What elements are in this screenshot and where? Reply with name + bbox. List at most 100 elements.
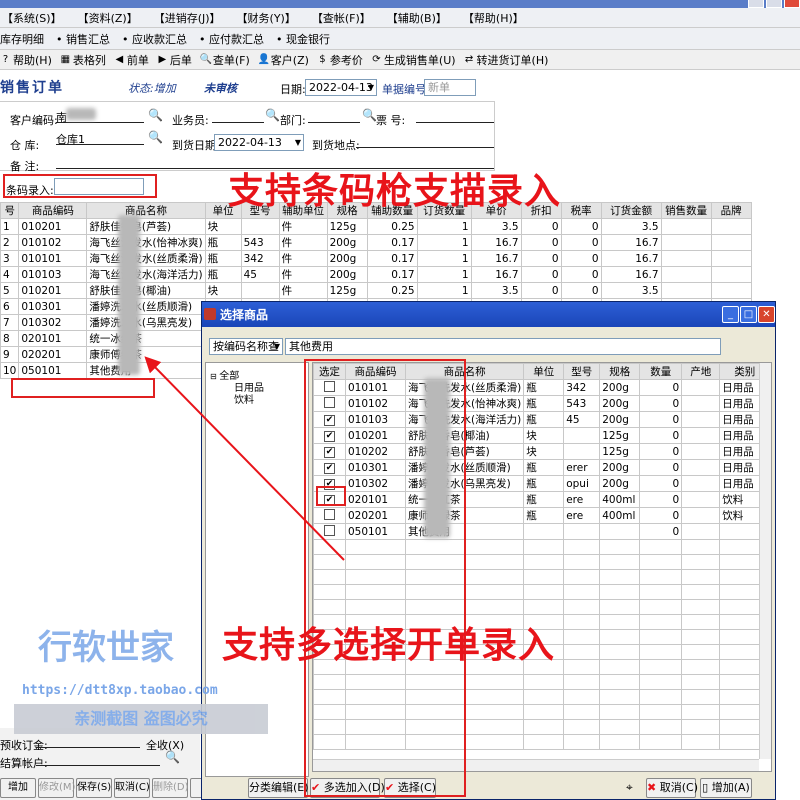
table-cell[interactable]: 200g xyxy=(599,459,641,476)
table-cell[interactable] xyxy=(660,234,712,251)
table-cell[interactable]: 0.25 xyxy=(366,282,418,299)
table-cell[interactable]: 海飞丝洗发水(怡神冰爽) xyxy=(86,234,206,251)
menu-item[interactable]: 【进销存(J)】 xyxy=(154,10,221,26)
table-cell[interactable]: 200g xyxy=(599,475,641,492)
search-icon[interactable]: 🔍 xyxy=(148,130,163,144)
table-cell[interactable]: 0 xyxy=(639,459,683,476)
table-cell[interactable]: 块 xyxy=(523,443,565,460)
table-cell[interactable]: 010201 xyxy=(18,282,88,299)
table-cell[interactable]: 4 xyxy=(0,266,20,283)
table-row[interactable]: 4 010103 海飞丝洗发水(海洋活力) 瓶 45 件 200g 0.17 1 16.7 0 0 16… xyxy=(0,266,752,283)
table-cell[interactable] xyxy=(563,523,601,540)
table-cell[interactable]: 342 xyxy=(563,379,601,396)
table-cell[interactable] xyxy=(681,411,721,428)
table-cell[interactable] xyxy=(681,395,721,412)
table-cell[interactable]: 0 xyxy=(520,234,562,251)
table-cell[interactable]: 010302 xyxy=(18,314,88,331)
column-header[interactable]: 品牌 xyxy=(710,202,752,219)
table-cell[interactable]: 45 xyxy=(240,266,280,283)
quick-link[interactable]: • 销售汇总 xyxy=(56,31,110,47)
table-cell[interactable]: 0.17 xyxy=(366,250,418,267)
table-cell[interactable]: 16.7 xyxy=(470,266,522,283)
table-cell[interactable]: 瓶 xyxy=(523,379,565,396)
toolbar-button[interactable]: ? 帮助(H) xyxy=(0,52,52,68)
toolbar-button[interactable]: ⇄ 转进货订单(H) xyxy=(464,52,549,68)
table-cell[interactable]: 3.5 xyxy=(470,282,522,299)
toolbar-button[interactable]: 🔍 查单(F) xyxy=(200,52,250,68)
table-cell[interactable]: 0 xyxy=(520,266,562,283)
arrive-place-field[interactable] xyxy=(356,134,494,148)
table-cell[interactable]: 康师傅绿茶 xyxy=(86,346,206,363)
table-cell[interactable]: 7 xyxy=(0,314,20,331)
table-cell[interactable]: 0 xyxy=(560,266,602,283)
column-header[interactable]: 规格 xyxy=(599,363,641,380)
table-cell[interactable]: ere xyxy=(563,507,601,524)
table-cell[interactable] xyxy=(681,507,721,524)
table-cell[interactable]: 潘婷洗发水(乌黑亮发) xyxy=(86,314,206,331)
column-header[interactable]: 商品编码 xyxy=(18,202,88,219)
table-cell[interactable]: 5 xyxy=(0,282,20,299)
table-cell[interactable] xyxy=(681,523,721,540)
table-cell[interactable]: 1 xyxy=(416,250,472,267)
table-cell[interactable]: 块 xyxy=(204,218,242,235)
table-cell[interactable]: 0 xyxy=(639,379,683,396)
warehouse-field[interactable]: 仓库1 xyxy=(56,131,144,146)
table-cell[interactable]: 200g xyxy=(326,266,368,283)
table-cell[interactable] xyxy=(660,266,712,283)
table-cell[interactable]: 125g xyxy=(326,282,368,299)
table-cell[interactable]: 16.7 xyxy=(600,234,662,251)
table-cell[interactable] xyxy=(710,250,752,267)
table-cell[interactable]: 543 xyxy=(240,234,280,251)
column-header[interactable]: 商品名称 xyxy=(86,202,206,219)
close-button[interactable] xyxy=(784,0,800,8)
table-row[interactable]: 2 010102 海飞丝洗发水(怡神冰爽) 瓶 543 件 200g 0.17 1 16.7 0 0 1… xyxy=(0,234,752,251)
footer-button[interactable]: 删除(D) xyxy=(152,778,189,798)
table-cell[interactable]: 10 xyxy=(0,362,20,379)
table-cell[interactable]: 其他费用 xyxy=(86,362,206,379)
footer-button[interactable]: 修改(M) xyxy=(38,778,75,798)
table-cell[interactable]: 3.5 xyxy=(600,218,662,235)
table-cell[interactable] xyxy=(240,282,280,299)
arrive-date-picker[interactable]: 2022-04-13 ▼ xyxy=(214,134,304,151)
table-cell[interactable]: opui xyxy=(563,475,601,492)
table-cell[interactable] xyxy=(681,427,721,444)
column-header[interactable]: 订货金额 xyxy=(600,202,662,219)
account-field[interactable] xyxy=(36,752,160,766)
tree-item-drinks[interactable]: 饮料 xyxy=(234,391,254,406)
column-header[interactable]: 型号 xyxy=(563,363,601,380)
table-cell[interactable]: 潘婷洗发水(丝质顺滑) xyxy=(86,298,206,315)
table-cell[interactable]: 瓶 xyxy=(523,411,565,428)
table-cell[interactable]: 件 xyxy=(278,266,328,283)
table-cell[interactable] xyxy=(681,475,721,492)
table-cell[interactable] xyxy=(563,427,601,444)
date-picker[interactable]: 2022-04-13 ▼ xyxy=(305,79,377,96)
table-cell[interactable] xyxy=(681,459,721,476)
filter-input[interactable]: 其他费用 xyxy=(285,338,721,355)
minimize-icon[interactable]: _ xyxy=(722,306,739,323)
table-cell[interactable]: 1 xyxy=(0,218,20,235)
search-icon[interactable]: 🔍 xyxy=(165,750,180,764)
table-cell[interactable]: 020201 xyxy=(18,346,88,363)
table-cell[interactable] xyxy=(681,443,721,460)
toolbar-button[interactable]: ▶ 后单 xyxy=(157,52,192,68)
ticket-field[interactable] xyxy=(416,109,494,123)
table-cell[interactable]: 6 xyxy=(0,298,20,315)
table-cell[interactable] xyxy=(681,491,721,508)
table-cell[interactable]: 1 xyxy=(416,218,472,235)
maximize-button[interactable] xyxy=(766,0,782,8)
toolbar-button[interactable]: 👤 客户(Z) xyxy=(258,52,309,68)
quick-link[interactable]: • 应付款汇总 xyxy=(199,31,264,47)
table-cell[interactable]: 543 xyxy=(563,395,601,412)
table-cell[interactable]: 瓶 xyxy=(523,459,565,476)
table-cell[interactable]: 020101 xyxy=(18,330,88,347)
search-icon[interactable]: 🔍 xyxy=(148,108,163,122)
table-cell[interactable]: 0 xyxy=(639,443,683,460)
table-cell[interactable]: 200g xyxy=(599,379,641,396)
menu-item[interactable]: 【系统(S)】 xyxy=(2,10,62,26)
table-cell[interactable]: 件 xyxy=(278,250,328,267)
table-cell[interactable]: 0 xyxy=(639,395,683,412)
table-cell[interactable] xyxy=(710,266,752,283)
column-header[interactable]: 数量 xyxy=(639,363,683,380)
table-cell[interactable]: 125g xyxy=(599,427,641,444)
order-no-field[interactable]: 新单 xyxy=(424,79,476,96)
